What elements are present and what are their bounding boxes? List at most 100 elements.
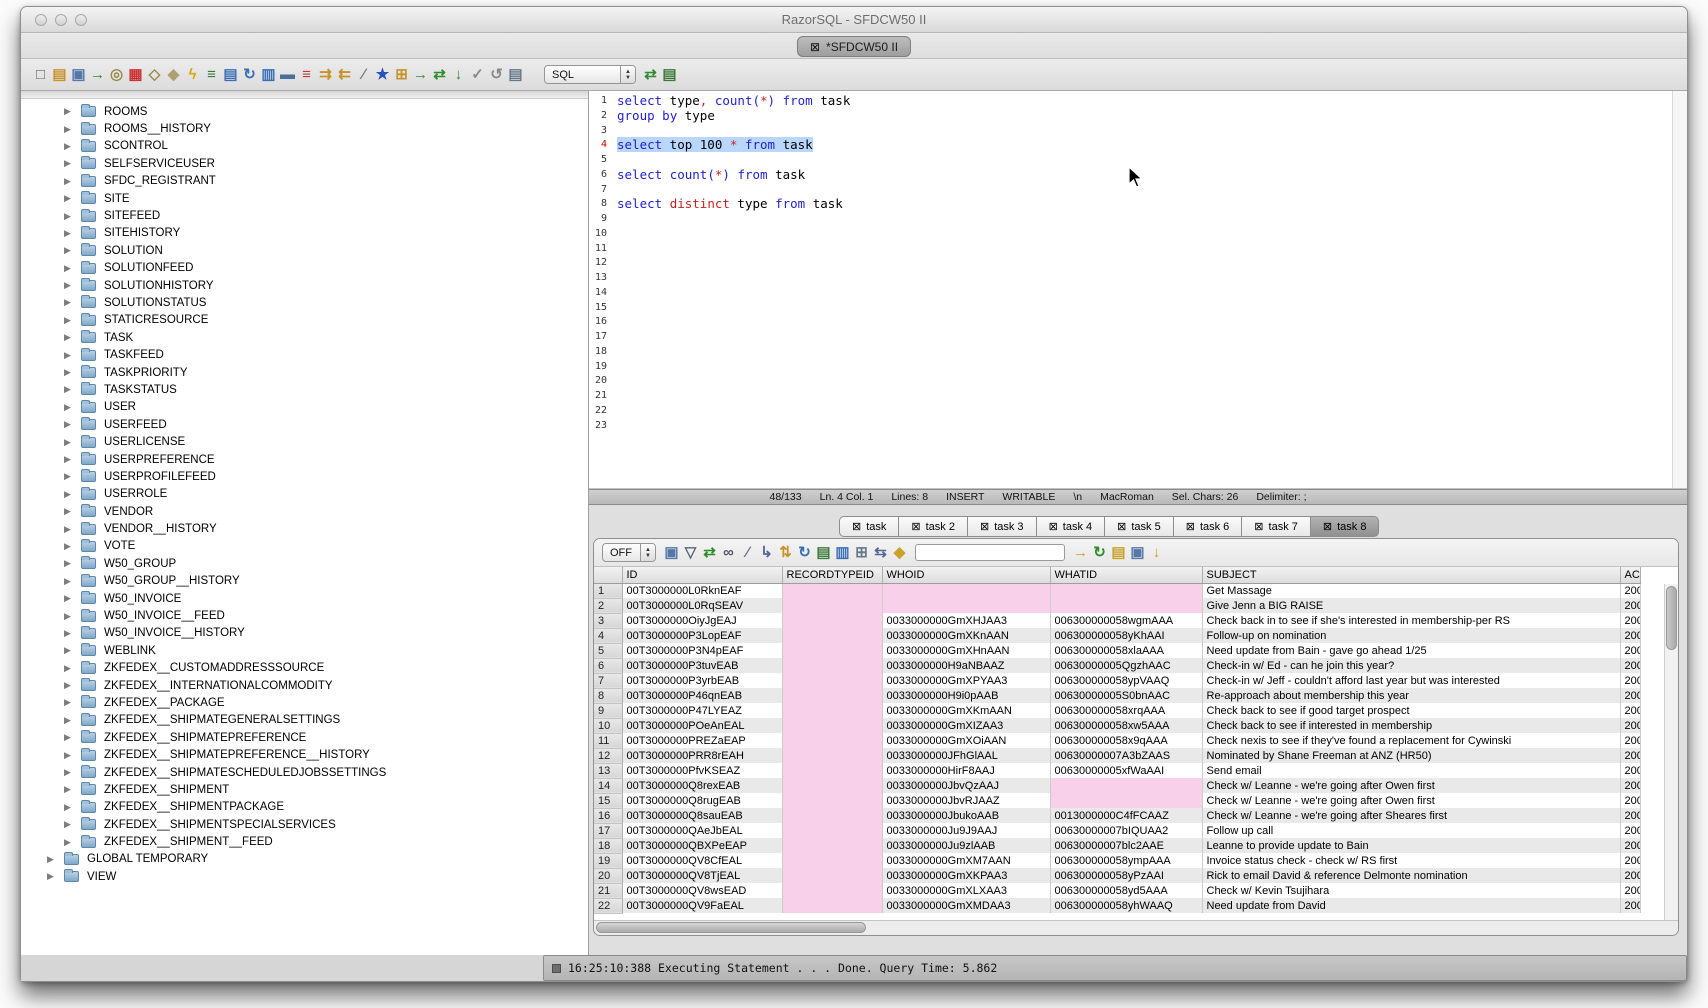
tree-item-view[interactable]: ▶VIEW [21, 868, 588, 885]
table-cell[interactable]: 00T3000000QV8CfEAL [622, 853, 782, 868]
export-rows-icon[interactable]: ⇉ [316, 65, 335, 84]
table-row[interactable]: 1300T3000000PfvKSEAZ0033000000HirF8AAJ00… [594, 763, 1640, 778]
disclosure-triangle-icon[interactable]: ▶ [64, 297, 81, 308]
edit-rows-icon[interactable]: ∕ [354, 65, 373, 84]
disclosure-triangle-icon[interactable]: ▶ [64, 541, 81, 552]
new-db-object-icon[interactable]: ◇ [145, 65, 164, 84]
code-line[interactable]: select top 100 * from task [617, 138, 1672, 153]
table-cell[interactable]: Check w/ Kevin Tsujihara [1202, 883, 1620, 898]
disclosure-triangle-icon[interactable]: ▶ [64, 558, 81, 569]
close-window-button[interactable] [35, 14, 47, 26]
table-cell[interactable]: Check-in w/ Ed - can he join this year? [1202, 658, 1620, 673]
table-row[interactable]: 1800T3000000QBXPeEAP0033000000Ju9zlAAB00… [594, 838, 1640, 853]
row-number-cell[interactable]: 4 [594, 628, 622, 643]
table-cell[interactable]: 0033000000JbukoAAB [882, 808, 1050, 823]
disclosure-triangle-icon[interactable]: ▶ [64, 384, 81, 395]
reload-grid-icon[interactable]: ↻ [795, 543, 814, 562]
tree-item-user[interactable]: ▶USER [21, 399, 588, 416]
disclosure-triangle-icon[interactable]: ▶ [64, 332, 81, 343]
rollback-undo-icon[interactable]: ↺ [487, 65, 506, 84]
connection-refresh-icon[interactable]: ⇄ [641, 65, 660, 84]
run-script-icon[interactable]: ▤ [221, 65, 240, 84]
tree-item-vendor[interactable]: ▶VENDOR [21, 503, 588, 520]
disclosure-triangle-icon[interactable]: ▶ [64, 715, 81, 726]
tree-item-rooms[interactable]: ▶ROOMS [21, 103, 588, 120]
table-cell[interactable]: 00T3000000PfvKSEAZ [622, 763, 782, 778]
disclosure-triangle-icon[interactable]: ▶ [64, 367, 81, 378]
table-cell[interactable]: 200 [1620, 763, 1640, 778]
column-header-rownum[interactable] [594, 567, 622, 583]
row-number-cell[interactable]: 11 [594, 733, 622, 748]
disclosure-triangle-icon[interactable]: ▶ [64, 419, 81, 430]
table-cell[interactable]: 200 [1620, 853, 1640, 868]
table-cell[interactable] [882, 583, 1050, 598]
disclosure-triangle-icon[interactable]: ▶ [64, 628, 81, 639]
table-cell[interactable]: 0033000000GmXHJAA3 [882, 613, 1050, 628]
table-cell[interactable]: 00T3000000QV9FaEAL [622, 898, 782, 913]
row-number-cell[interactable]: 12 [594, 748, 622, 763]
edit-cell-icon[interactable]: ∕ [738, 543, 757, 562]
disclosure-triangle-icon[interactable]: ▶ [64, 245, 81, 256]
tree-item-solution[interactable]: ▶SOLUTION [21, 242, 588, 259]
column-header-SUBJECT[interactable]: SUBJECT [1202, 567, 1620, 583]
table-cell[interactable]: 200 [1620, 658, 1640, 673]
favorites-star-icon[interactable]: ★ [373, 65, 392, 84]
table-cell[interactable] [782, 688, 882, 703]
tree-item-zkfedex__internationalcommodity[interactable]: ▶ZKFEDEX__INTERNATIONALCOMMODITY [21, 677, 588, 694]
transpose-icon[interactable]: ⇆ [871, 543, 890, 562]
table-row[interactable]: 700T3000000P3yrbEAB0033000000GmXPYAA3006… [594, 673, 1640, 688]
table-cell[interactable] [782, 778, 882, 793]
column-view-icon[interactable]: ≡ [297, 65, 316, 84]
save-grid-icon[interactable]: ▣ [1128, 543, 1147, 562]
row-number-cell[interactable]: 21 [594, 883, 622, 898]
form-view-icon[interactable]: ▤ [814, 543, 833, 562]
table-cell[interactable]: 00T3000000Q8rexEAB [622, 778, 782, 793]
sql-mode-select[interactable]: SQL ▲▼ [544, 65, 636, 84]
sync-arrows-icon[interactable]: ⇄ [430, 65, 449, 84]
tree-item-global temporary[interactable]: ▶GLOBAL TEMPORARY [21, 851, 588, 868]
table-cell[interactable]: 00T3000000P3LopEAF [622, 628, 782, 643]
table-cell[interactable]: 00T3000000POeAnEAL [622, 718, 782, 733]
table-cell[interactable] [782, 883, 882, 898]
tab-close-icon[interactable]: ⊠ [1186, 520, 1195, 533]
disclosure-triangle-icon[interactable]: ▶ [64, 645, 81, 656]
table-cell[interactable]: Follow up call [1202, 823, 1620, 838]
disclosure-triangle-icon[interactable]: ▶ [64, 524, 81, 535]
table-cell[interactable]: 00T3000000QBXPeEAP [622, 838, 782, 853]
tree-item-userlicense[interactable]: ▶USERLICENSE [21, 433, 588, 450]
row-number-cell[interactable]: 5 [594, 643, 622, 658]
result-tab-task-4[interactable]: ⊠task 4 [1036, 516, 1105, 537]
tab-close-icon[interactable]: ⊠ [1323, 520, 1332, 533]
table-cell[interactable]: 200 [1620, 778, 1640, 793]
disclosure-triangle-icon[interactable]: ▶ [64, 680, 81, 691]
table-cell[interactable] [782, 748, 882, 763]
table-cell[interactable]: 0033000000GmXOiAAN [882, 733, 1050, 748]
result-tab-task-3[interactable]: ⊠task 3 [967, 516, 1036, 537]
highlight-pen-icon[interactable]: ◆ [890, 543, 909, 562]
table-row[interactable]: 500T3000000P3N4pEAF0033000000GmXHnAAN006… [594, 643, 1640, 658]
table-cell[interactable]: 0033000000H9i0pAAB [882, 688, 1050, 703]
tree-item-w50_group[interactable]: ▶W50_GROUP [21, 555, 588, 572]
table-row[interactable]: 200T3000000L0RqSEAVGive Jenn a BIG RAISE… [594, 598, 1640, 613]
table-cell[interactable]: 200 [1620, 868, 1640, 883]
row-number-cell[interactable]: 15 [594, 793, 622, 808]
table-cell[interactable]: 00T3000000P46qnEAB [622, 688, 782, 703]
table-cell[interactable]: 0033000000JbvQzAAJ [882, 778, 1050, 793]
table-cell[interactable]: 00T3000000Q8sauEAB [622, 808, 782, 823]
table-cell[interactable] [782, 898, 882, 913]
table-cell[interactable] [782, 628, 882, 643]
result-tab-task-8[interactable]: ⊠task 8 [1310, 516, 1380, 537]
table-cell[interactable]: 00630000007blc2AAE [1050, 838, 1202, 853]
table-cell[interactable]: 0033000000JFhGlAAL [882, 748, 1050, 763]
go-search-icon[interactable]: → [1071, 543, 1090, 562]
table-cell[interactable]: Follow-up on nomination [1202, 628, 1620, 643]
table-row[interactable]: 800T3000000P46qnEAB0033000000H9i0pAAB006… [594, 688, 1640, 703]
disclosure-triangle-icon[interactable]: ▶ [64, 228, 81, 239]
tree-item-zkfedex__shipmentspecialservices[interactable]: ▶ZKFEDEX__SHIPMENTSPECIALSERVICES [21, 816, 588, 833]
disclosure-triangle-icon[interactable]: ▶ [64, 732, 81, 743]
row-number-cell[interactable]: 19 [594, 853, 622, 868]
table-cell[interactable]: 006300000058ypVAAQ [1050, 673, 1202, 688]
table-cell[interactable]: 0033000000GmXLXAA3 [882, 883, 1050, 898]
table-cell[interactable]: 200 [1620, 823, 1640, 838]
disclosure-triangle-icon[interactable]: ▶ [64, 141, 81, 152]
